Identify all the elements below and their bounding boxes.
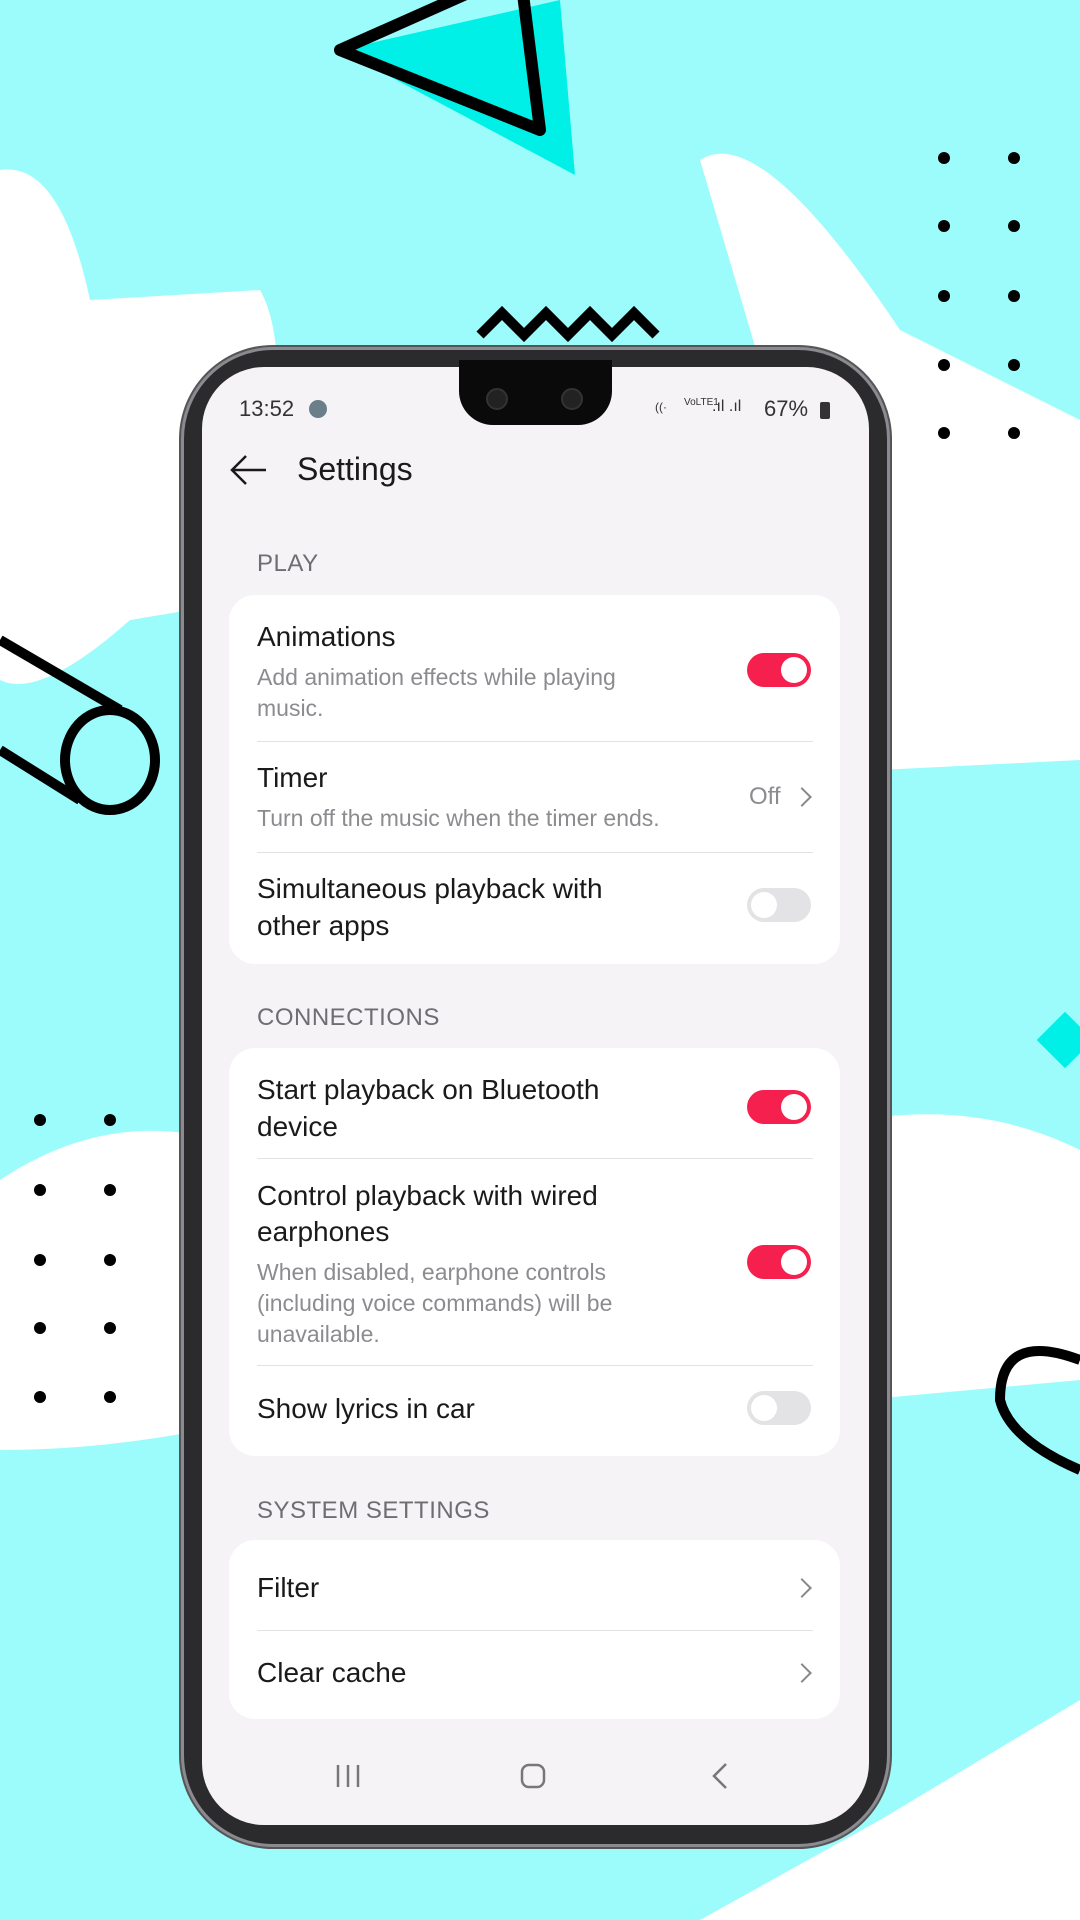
setting-title: Filter <box>257 1572 320 1603</box>
setting-title: Show lyrics in car <box>257 1393 475 1424</box>
show-lyrics-toggle[interactable] <box>747 1391 811 1425</box>
setting-subtitle: (including voice commands) will be <box>257 1290 613 1316</box>
divider <box>257 1630 813 1631</box>
setting-title: Simultaneous playback with <box>257 873 603 904</box>
camera-notch <box>459 360 612 425</box>
network-type-label: VoLTE1 <box>684 397 719 408</box>
section-header-connections: CONNECTIONS <box>257 1004 440 1031</box>
setting-title: Animations <box>257 621 396 652</box>
recent-apps-icon[interactable] <box>330 1762 366 1790</box>
wired-earphones-toggle[interactable] <box>747 1245 811 1279</box>
setting-title: Timer <box>257 762 328 793</box>
setting-title: Clear cache <box>257 1657 407 1688</box>
setting-title: earphones <box>257 1216 390 1247</box>
section-header-system-settings: SYSTEM SETTINGS <box>257 1497 490 1524</box>
section-header-play: PLAY <box>257 550 319 577</box>
page-title: Settings <box>297 451 413 487</box>
setting-title: other apps <box>257 910 390 941</box>
signal-icon: .ıl .ıl <box>712 398 742 415</box>
bluetooth-playback-toggle[interactable] <box>747 1090 811 1124</box>
setting-subtitle: When disabled, earphone controls <box>257 1259 607 1285</box>
setting-title: Start playback on Bluetooth <box>257 1074 600 1105</box>
home-icon[interactable] <box>519 1762 547 1790</box>
front-camera-icon <box>561 388 583 410</box>
status-time: 13:52 <box>239 396 295 421</box>
music-notification-icon <box>309 400 327 418</box>
setting-subtitle: Add animation effects while playing <box>257 664 616 690</box>
nav-back-icon[interactable] <box>710 1762 730 1790</box>
divider <box>257 852 813 853</box>
back-button[interactable] <box>228 452 268 488</box>
back-arrow-icon <box>230 455 266 485</box>
timer-value: Off <box>749 783 781 810</box>
animations-toggle[interactable] <box>747 653 811 687</box>
front-camera-icon <box>486 388 508 410</box>
battery-icon <box>820 402 830 419</box>
setting-subtitle: music. <box>257 695 324 721</box>
divider <box>257 1365 813 1366</box>
setting-title: device <box>257 1111 338 1142</box>
simultaneous-playback-toggle[interactable] <box>747 888 811 922</box>
divider <box>257 1158 813 1159</box>
setting-subtitle: Turn off the music when the timer ends. <box>257 805 660 831</box>
setting-subtitle: unavailable. <box>257 1321 380 1347</box>
wifi-icon: ((· <box>655 400 667 414</box>
divider <box>257 741 813 742</box>
setting-title: Control playback with wired <box>257 1180 598 1211</box>
battery-percent: 67% <box>764 396 809 421</box>
